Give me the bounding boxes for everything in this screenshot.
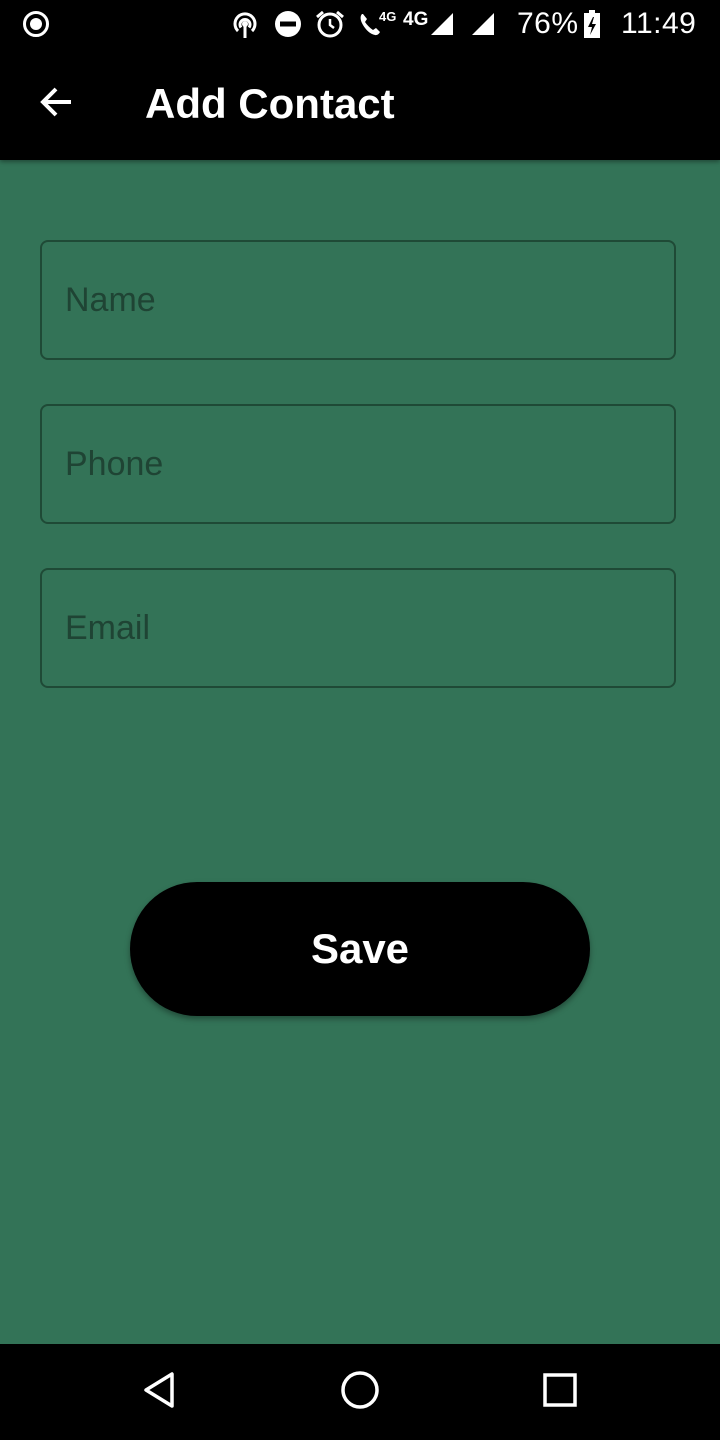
signal-4g-icon: 4G: [403, 0, 455, 48]
do-not-disturb-icon: [274, 0, 302, 48]
back-button[interactable]: [24, 72, 88, 136]
navigation-bar: [0, 1344, 720, 1440]
hotspot-icon: [229, 0, 261, 48]
clock: 11:49: [621, 7, 697, 40]
volte-label: 4G: [379, 8, 397, 24]
nav-home-icon: [340, 1370, 380, 1415]
network-type-label: 4G: [403, 9, 429, 30]
save-button[interactable]: Save: [130, 882, 590, 1016]
phone-field: [40, 404, 676, 524]
nav-back-button[interactable]: [130, 1362, 190, 1422]
nav-home-button[interactable]: [330, 1362, 390, 1422]
screen: 4G 4G 76% 11:49 Add Contact Name Phone E…: [0, 0, 720, 1440]
alarm-icon: [315, 0, 345, 48]
status-bar: 4G 4G 76% 11:49: [0, 0, 720, 48]
form-area: Save: [0, 160, 720, 1344]
name-field: [40, 240, 676, 360]
app-bar: Add Contact: [0, 48, 720, 160]
save-button-label: Save: [310, 925, 410, 972]
signal-icon: [470, 0, 496, 48]
arrow-back-icon: [38, 84, 74, 125]
battery-percent: 76%: [517, 7, 579, 40]
nav-back-icon: [140, 1370, 180, 1415]
email-field: [40, 568, 676, 688]
volte-call-icon: 4G: [357, 0, 396, 48]
email-input[interactable]: [42, 570, 674, 686]
name-input[interactable]: [42, 242, 674, 358]
record-icon: [22, 0, 50, 48]
battery-charging-icon: [583, 0, 601, 48]
phone-input[interactable]: [42, 406, 674, 522]
nav-recents-button[interactable]: [530, 1362, 590, 1422]
page-title: Add Contact: [145, 80, 395, 127]
nav-recents-icon: [540, 1370, 580, 1415]
